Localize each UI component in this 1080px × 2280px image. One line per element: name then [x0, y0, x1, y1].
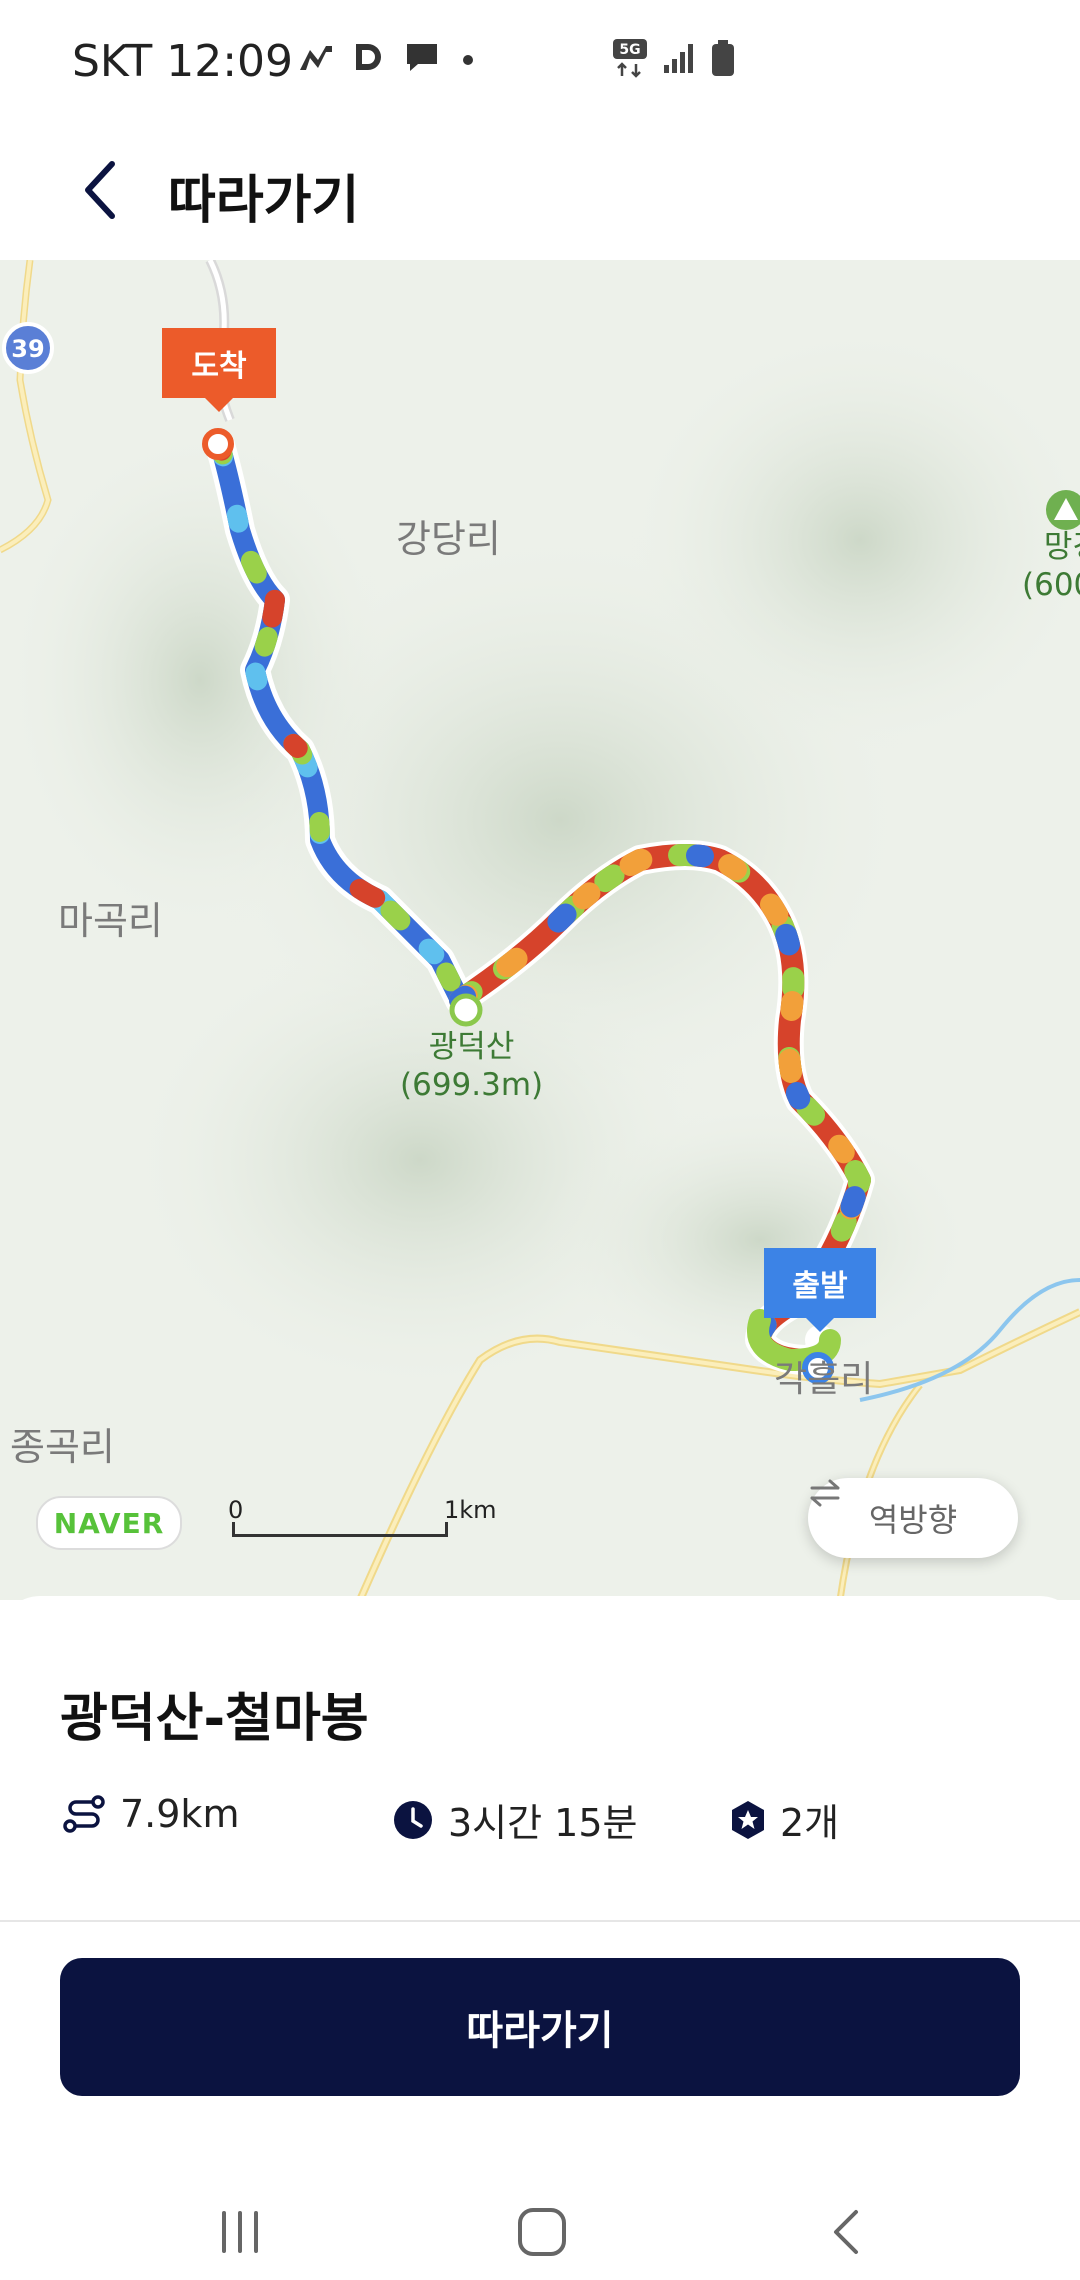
status-bar: SKT 12:09 5G: [0, 0, 1080, 120]
recent-apps-icon: [222, 2211, 258, 2253]
end-marker[interactable]: 도착: [162, 328, 276, 412]
clock-icon: [394, 1800, 432, 1839]
app-notification-icon: [296, 40, 334, 74]
back-button[interactable]: [60, 150, 140, 230]
home-button[interactable]: [502, 2192, 582, 2272]
signal-icon: [662, 41, 696, 75]
status-carrier-time: SKT 12:09: [72, 36, 294, 87]
stamp-count: 2개: [780, 1801, 840, 1845]
distance-stat: 7.9km: [62, 1792, 239, 1836]
system-icons: 5G: [612, 38, 736, 78]
route-39-label: 39: [11, 335, 44, 363]
chevron-left-icon: [85, 161, 115, 219]
swap-icon: [810, 1479, 840, 1507]
map-label-magok: 마곡리: [58, 899, 163, 943]
reverse-direction-label: 역방향: [868, 1501, 958, 1539]
course-info-sheet: 광덕산-철마봉 7.9km 3시간 15분 2개 따라가기: [0, 1596, 1080, 2280]
peak-east-name: 망경: [1043, 529, 1080, 565]
naver-logo: NAVER: [36, 1496, 182, 1550]
more-dot-icon: [458, 40, 478, 74]
reverse-direction-button[interactable]: 역방향: [808, 1478, 1018, 1558]
back-icon: [834, 2210, 858, 2254]
badge-star-icon: [732, 1800, 764, 1839]
stamp-stat: 2개: [730, 1792, 839, 1847]
course-title: 광덕산-철마봉: [60, 1689, 369, 1749]
app-header: 따라가기: [0, 120, 1080, 260]
duration-value: 3시간 15분: [448, 1801, 638, 1845]
d-app-icon: [352, 40, 386, 74]
start-marker[interactable]: 출발: [764, 1248, 876, 1332]
battery-icon: [710, 38, 736, 78]
map-label-gakheul: 각흘리: [774, 1359, 874, 1400]
peak-name: 광덕산: [428, 1029, 515, 1065]
recent-apps-button[interactable]: [200, 2192, 280, 2272]
duration-stat: 3시간 15분: [392, 1792, 638, 1847]
scale-km-label: 1km: [444, 1496, 497, 1524]
map-label-jonggok: 종곡리: [10, 1425, 115, 1469]
scale-zero-label: 0: [228, 1496, 244, 1524]
page-title: 따라가기: [168, 171, 360, 231]
5g-icon: 5G: [612, 38, 648, 78]
peak-east-height: (600.8: [1022, 567, 1080, 603]
notification-icons: [296, 40, 478, 74]
chat-icon: [404, 40, 440, 74]
route-icon: [63, 1795, 105, 1833]
follow-button[interactable]: 따라가기: [60, 1958, 1020, 2096]
peak-height: (699.3m): [400, 1067, 544, 1103]
divider: [0, 1920, 1080, 1922]
system-back-button[interactable]: [806, 2192, 886, 2272]
peak-label-east: 망경 (600.8: [1022, 528, 1080, 604]
home-icon: [518, 2208, 566, 2256]
distance-value: 7.9km: [120, 1792, 240, 1836]
svg-text:5G: 5G: [619, 42, 640, 58]
map-view[interactable]: 39 강당리 마곡리 종곡리 각흘리 망경 (600.8 광덕산 (699.3m…: [0, 260, 1080, 1600]
system-nav-bar: [0, 2168, 1080, 2280]
peak-label-gwangdeok: 광덕산 (699.3m): [400, 1028, 543, 1104]
map-label-gangdang: 강당리: [396, 517, 501, 561]
map-scale-bar: 0 1km: [228, 1496, 497, 1552]
